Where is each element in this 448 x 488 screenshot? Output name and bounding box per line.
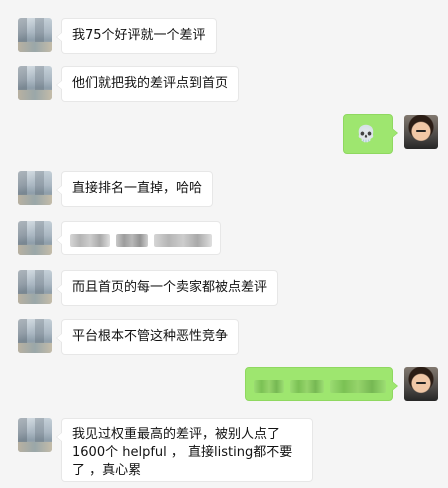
blurred-message-bubble xyxy=(245,367,398,401)
message-bubble: 他们就把我的差评点到首页 xyxy=(55,66,240,102)
contact-avatar[interactable] xyxy=(18,66,52,100)
user-avatar[interactable] xyxy=(404,367,438,401)
contact-avatar[interactable] xyxy=(18,171,52,205)
blurred-message-bubble xyxy=(56,221,221,255)
message-bubble: 我75个好评就一个差评 xyxy=(56,18,217,54)
contact-avatar[interactable] xyxy=(18,319,52,353)
message-bubble: 直接排名一直掉，哈哈 xyxy=(55,171,214,207)
message-text: 我75个好评就一个差评 xyxy=(72,28,206,43)
blurred-text xyxy=(70,234,110,247)
blurred-text xyxy=(154,234,213,247)
user-avatar[interactable] xyxy=(404,115,438,149)
message-text: 而且首页的每一个卖家都被点差评 xyxy=(72,280,268,295)
message-bubble: 我见过权重最高的差评，被别人点了1600个 helpful ， 直接listin… xyxy=(56,418,313,482)
contact-avatar[interactable] xyxy=(18,18,52,52)
contact-avatar[interactable] xyxy=(18,221,52,255)
message-bubble: 平台根本不管这种恶性竞争 xyxy=(55,319,240,355)
blurred-text xyxy=(330,380,387,393)
message-text: 他们就把我的差评点到首页 xyxy=(72,76,229,91)
message-bubble: 💀 xyxy=(343,114,398,154)
message-text: 我见过权重最高的差评，被别人点了1600个 helpful ， 直接listin… xyxy=(72,427,293,478)
blurred-text xyxy=(254,380,284,393)
blurred-text xyxy=(290,380,325,393)
message-text: 平台根本不管这种恶性竞争 xyxy=(72,329,229,344)
contact-avatar[interactable] xyxy=(18,270,52,304)
message-bubble: 而且首页的每一个卖家都被点差评 xyxy=(55,270,279,306)
contact-avatar[interactable] xyxy=(18,418,52,452)
chat-panel: 我75个好评就一个差评 他们就把我的差评点到首页 💀 直接排名一直掉，哈哈 而且… xyxy=(0,0,448,488)
message-text: 直接排名一直掉，哈哈 xyxy=(72,181,203,196)
skull-icon: 💀 xyxy=(356,124,376,143)
blurred-text xyxy=(116,234,149,247)
